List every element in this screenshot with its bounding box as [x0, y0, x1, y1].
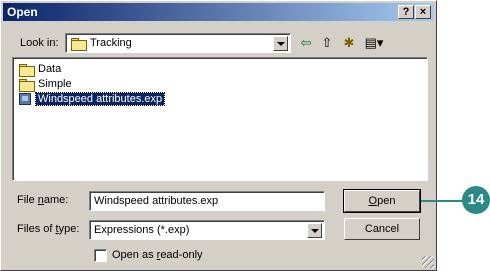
file-list[interactable]: Data Simple Windspeed attributes.exp — [12, 57, 428, 181]
file-type-dropdown[interactable]: Expressions (*.exp) — [89, 220, 325, 240]
window-title: Open — [7, 5, 38, 19]
folder-icon — [19, 64, 35, 77]
file-name: Windspeed attributes.exp — [34, 92, 166, 106]
cancel-button[interactable]: Cancel — [344, 218, 420, 240]
resize-grip-icon[interactable] — [422, 256, 434, 268]
file-name: Data — [38, 63, 62, 75]
title-bar[interactable]: Open ? × — [3, 3, 434, 21]
new-folder-icon[interactable]: ✱ — [339, 34, 359, 52]
file-name-input[interactable]: Windspeed attributes.exp — [89, 191, 325, 211]
look-in-label: Look in: — [20, 37, 59, 49]
chevron-down-icon[interactable] — [273, 36, 288, 51]
folder-icon — [71, 38, 87, 51]
read-only-label: Open as read-only — [112, 249, 203, 261]
file-type-value: Expressions (*.exp) — [94, 224, 190, 236]
file-name-value: Windspeed attributes.exp — [94, 195, 219, 207]
close-button[interactable]: × — [415, 5, 431, 19]
expression-file-icon — [19, 93, 31, 105]
open-dialog: Open ? × Look in: Tracking ⇦ ⇧ ✱ ▤▾ Data… — [0, 0, 437, 271]
look-in-dropdown[interactable]: Tracking — [65, 33, 291, 53]
help-button[interactable]: ? — [398, 5, 414, 19]
open-button[interactable]: Open — [343, 189, 421, 213]
callout-leader-line — [421, 200, 464, 202]
up-one-level-icon[interactable]: ⇧ — [317, 34, 337, 52]
step-callout-badge: 14 — [462, 186, 490, 214]
read-only-checkbox[interactable] — [94, 249, 107, 262]
back-arrow-icon[interactable]: ⇦ — [296, 34, 316, 52]
file-name-label: File name: — [17, 194, 69, 206]
chevron-down-icon[interactable] — [307, 223, 322, 238]
folder-icon — [19, 79, 35, 92]
views-menu-icon[interactable]: ▤▾ — [361, 34, 387, 52]
look-in-value: Tracking — [90, 37, 132, 49]
file-type-label: Files of type: — [17, 223, 80, 235]
file-name: Simple — [38, 78, 72, 90]
